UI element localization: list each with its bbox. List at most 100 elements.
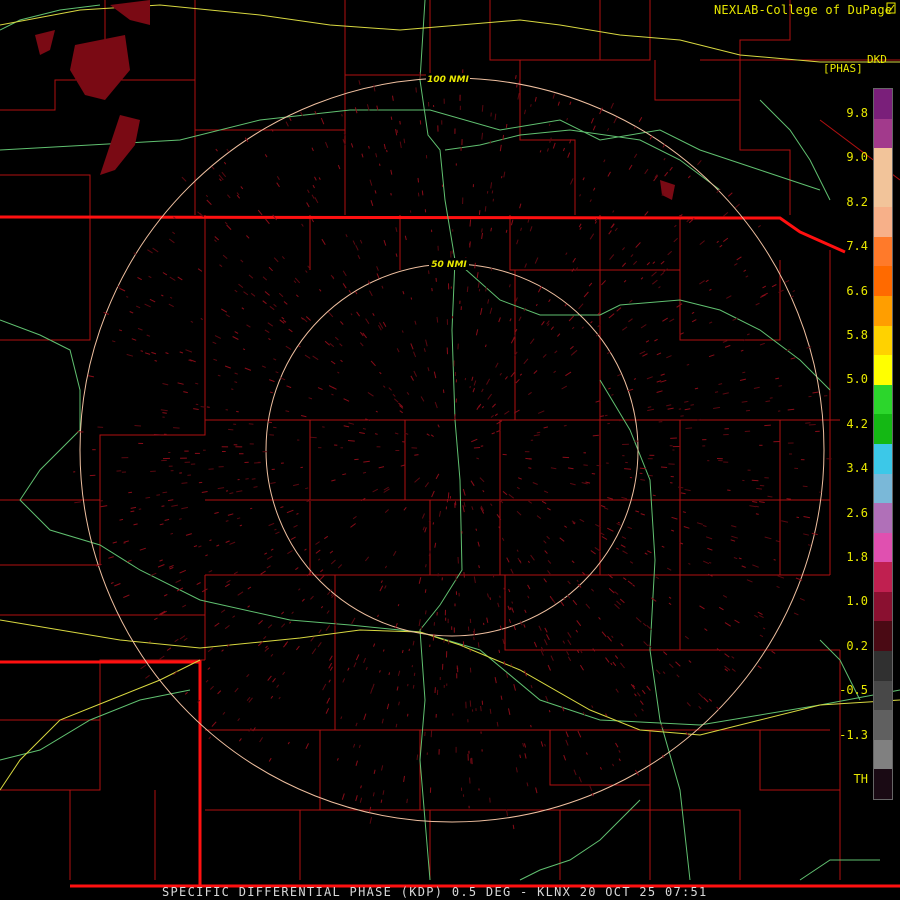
radar-return-gate [305, 270, 308, 273]
radar-return-gate [524, 609, 527, 614]
radar-return-gate [87, 375, 95, 378]
color-scale-label: 2.6 [846, 505, 868, 520]
radar-return-gate [515, 378, 520, 384]
radar-return-gate [383, 239, 387, 246]
radar-return-gate [683, 526, 690, 529]
radar-return-gate [130, 506, 137, 509]
radar-return-gate [337, 371, 340, 374]
radar-return-gate [516, 486, 520, 490]
radar-return-gate [668, 602, 672, 606]
radar-return-gate [510, 219, 514, 226]
radar-return-gate [226, 579, 231, 584]
radar-return-gate [215, 148, 218, 152]
radar-return-gate [134, 425, 142, 427]
radar-return-gate [746, 579, 753, 583]
radar-return-gate [329, 655, 333, 661]
color-scale-label: -1.3 [839, 727, 868, 742]
radar-return-gate [170, 532, 174, 535]
radar-return-gate [219, 264, 223, 268]
radar-return-gate [236, 410, 239, 413]
radar-return-gate [470, 480, 475, 487]
radar-return-gate [475, 528, 478, 531]
radar-return-gate [686, 363, 690, 366]
radar-return-gate [543, 540, 547, 544]
radar-return-gate [286, 509, 294, 514]
radar-return-gate [767, 495, 773, 498]
radar-return-gate [732, 317, 738, 321]
radar-return-gate [617, 521, 621, 524]
radar-return-gate [384, 509, 389, 513]
radar-return-gate [722, 392, 729, 395]
radar-return-gate [169, 566, 174, 570]
radar-return-gate [620, 643, 624, 647]
radar-return-gate [560, 601, 565, 607]
radar-return-gate [543, 639, 548, 646]
radar-return-gate [535, 303, 538, 307]
radar-return-gate [267, 624, 273, 629]
radar-return-gate [538, 625, 542, 631]
radar-return-gate [359, 239, 363, 244]
radar-return-gate [261, 365, 266, 368]
color-scale-label: 9.0 [846, 150, 868, 165]
station-label: DKD [867, 53, 887, 66]
radar-return-gate [752, 501, 758, 503]
radar-return-gate [324, 340, 331, 346]
radar-return-gate [645, 340, 650, 343]
radar-return-gate [268, 266, 273, 272]
radar-return-gate [524, 263, 527, 268]
radar-return-gate [633, 260, 638, 265]
radar-return-gate [295, 294, 299, 298]
radar-return-gate [291, 611, 294, 614]
radar-return-gate [523, 624, 526, 628]
radar-return-gate [357, 254, 361, 260]
radar-return-gate [245, 478, 249, 480]
radar-return-gate [306, 202, 310, 208]
radar-return-gate [564, 525, 567, 528]
radar-return-gate [395, 723, 398, 728]
radar-return-gate [623, 279, 627, 283]
radar-return-gate [477, 281, 480, 288]
radar-return-gate [280, 506, 284, 509]
radar-return-gate [759, 634, 764, 638]
radar-return-gate [287, 550, 293, 555]
radar-return-gate [680, 415, 684, 417]
color-scale-swatch [874, 739, 892, 770]
radar-return-gate [620, 662, 625, 669]
radar-return-gate [498, 317, 501, 323]
radar-return-gate [576, 579, 579, 582]
radar-return-gate [418, 619, 421, 627]
radar-return-gate [676, 674, 680, 678]
radar-return-gate [601, 536, 608, 540]
radar-return-gate [267, 421, 272, 424]
radar-return-gate [624, 468, 632, 470]
radar-return-gate [639, 700, 644, 706]
radar-return-gate [571, 326, 575, 330]
radar-return-gate [438, 510, 441, 517]
radar-return-gate [580, 650, 583, 654]
radar-return-gate [757, 665, 762, 669]
radar-return-gate [630, 254, 634, 258]
radar-return-gate [224, 583, 230, 588]
radar-return-gate [506, 809, 508, 816]
radar-return-gate [314, 176, 317, 181]
radar-return-gate [704, 628, 708, 632]
radar-return-gate [348, 289, 352, 294]
radar-return-gate [597, 312, 601, 315]
radar-return-gate [123, 540, 129, 543]
radar-return-gate [369, 290, 373, 297]
radar-return-gate [428, 270, 430, 275]
radar-return-gate [165, 352, 169, 355]
radar-return-gate [642, 622, 647, 627]
radar-return-gate [546, 148, 549, 152]
radar-return-gate [740, 349, 744, 352]
radar-return-gate [247, 586, 252, 590]
radar-return-gate [336, 758, 339, 761]
radar-return-gate [536, 515, 542, 519]
radar-return-gate [613, 116, 618, 124]
radar-return-gate [236, 194, 241, 199]
radar-return-gate [358, 80, 361, 85]
radar-return-gate [517, 93, 520, 100]
radar-return-gate [240, 259, 244, 263]
radar-return-gate [310, 636, 315, 642]
radar-return-gate [408, 648, 410, 652]
